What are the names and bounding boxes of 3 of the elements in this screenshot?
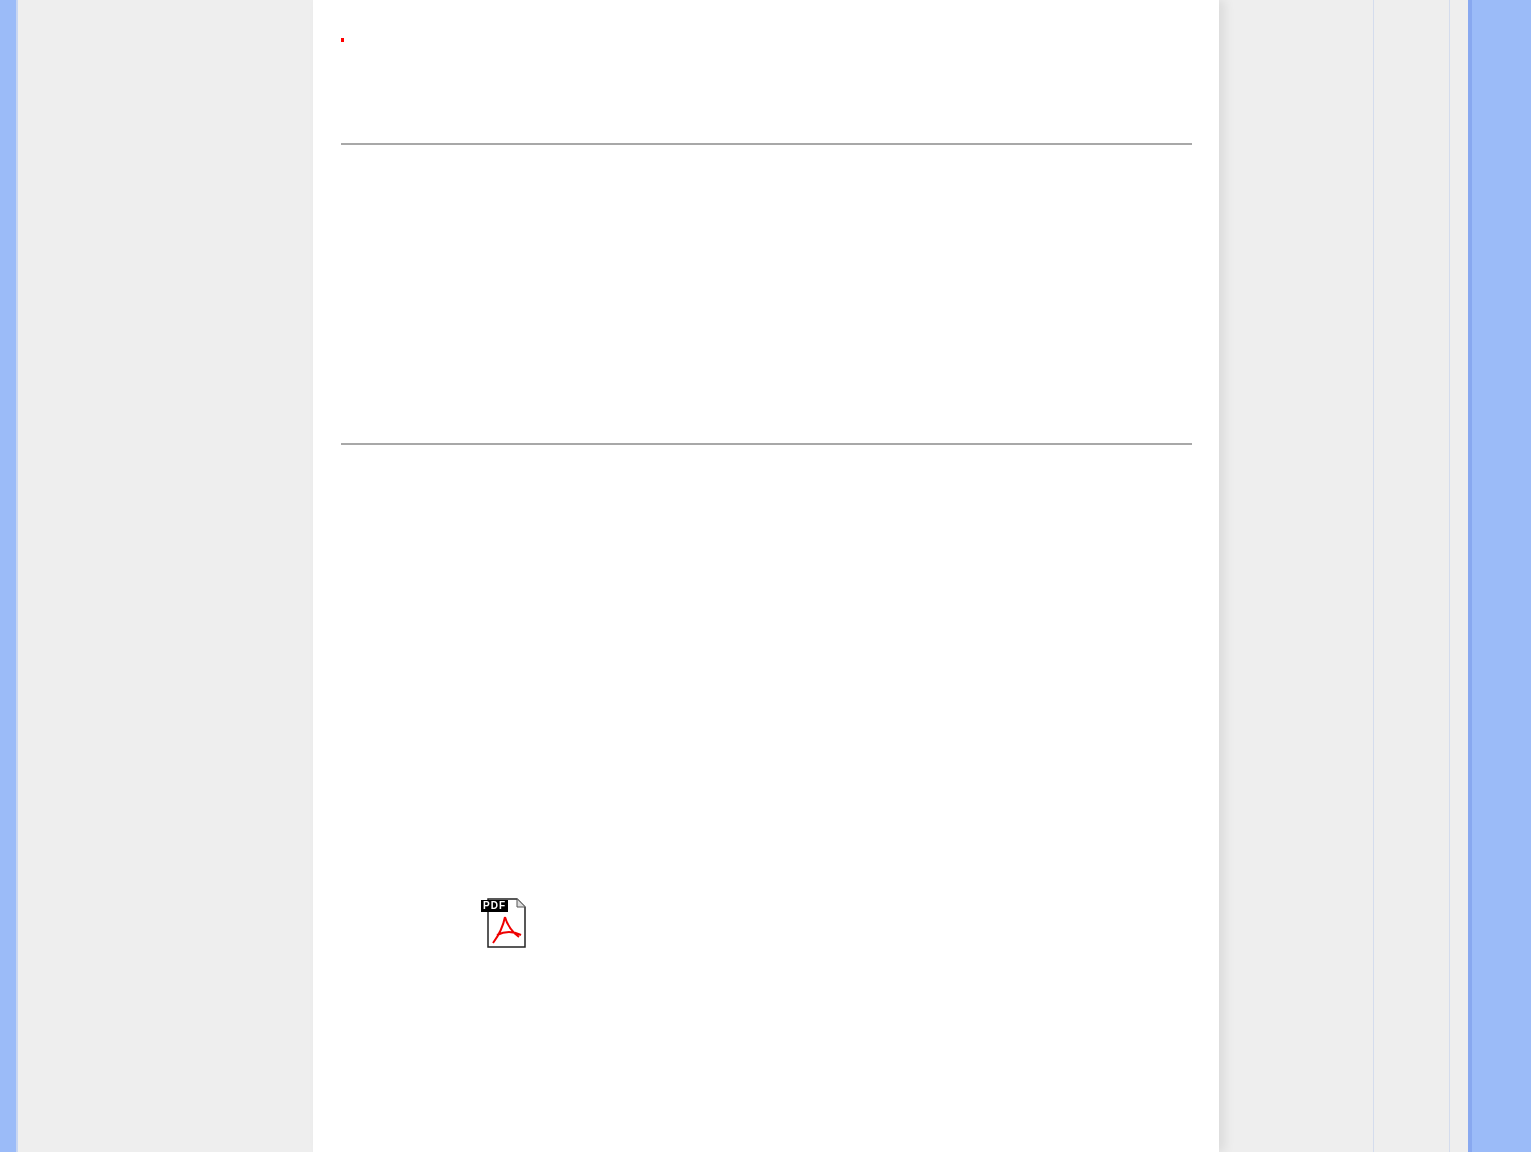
bullet-icon	[341, 38, 344, 42]
pdf-link[interactable]: PDF	[481, 897, 527, 949]
pdf-label: PDF	[481, 900, 508, 912]
